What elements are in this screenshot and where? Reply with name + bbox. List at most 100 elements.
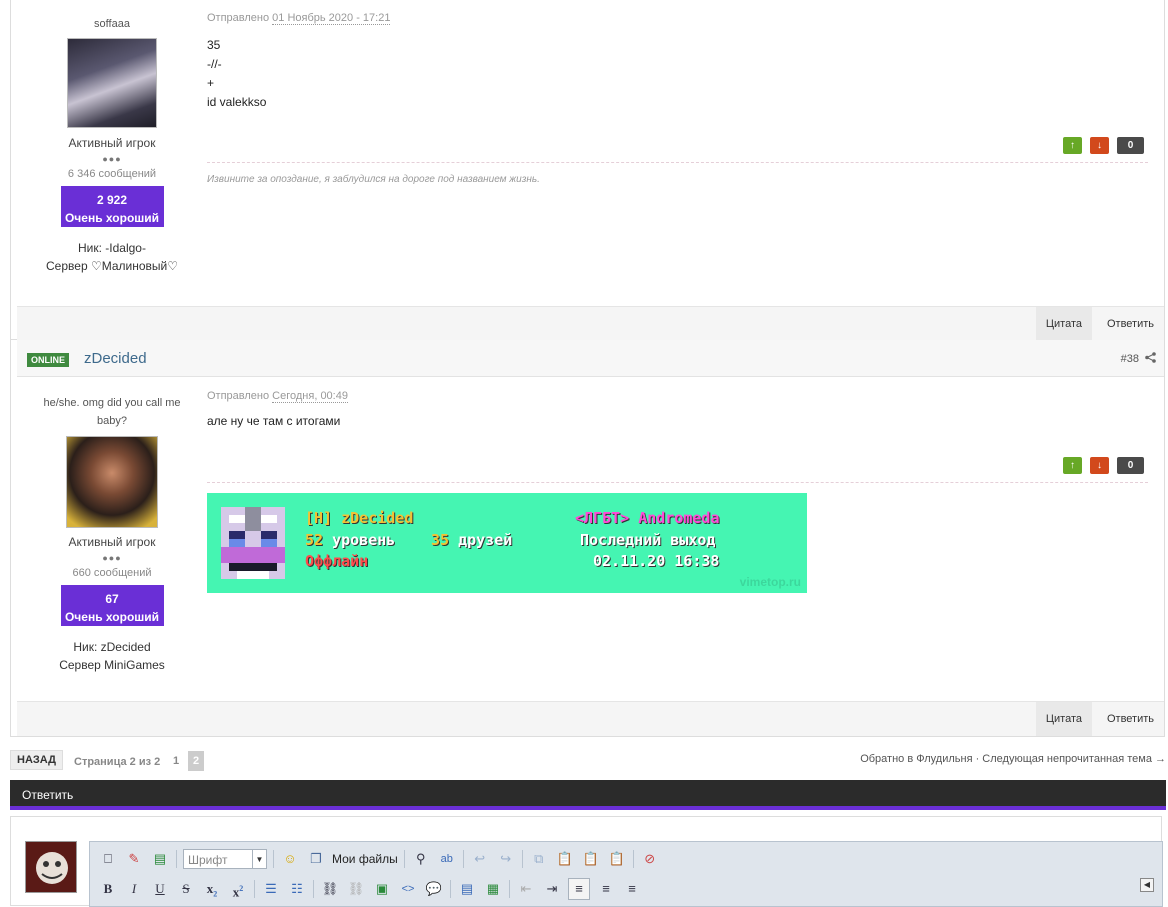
bullet-list-icon[interactable]: ☰ xyxy=(261,879,281,899)
user-nick: Ник: zDecided xyxy=(73,640,151,654)
smiley-icon[interactable]: ☺ xyxy=(280,849,300,869)
source-mode-icon[interactable]: ⎕ xyxy=(98,849,118,869)
link-icon[interactable]: ⛓ xyxy=(320,879,340,899)
banner-level-label: уровень xyxy=(332,531,396,549)
my-files-icon[interactable]: ❐ xyxy=(306,849,326,869)
image-icon[interactable]: ▣ xyxy=(372,879,392,899)
redo-icon[interactable]: ↪ xyxy=(496,849,516,869)
chevron-down-icon: ▼ xyxy=(252,850,266,868)
reputation-label: Очень хороший xyxy=(64,610,160,624)
toolbar-separator xyxy=(313,880,314,898)
indent-icon[interactable]: ⇥ xyxy=(542,879,562,899)
align-left-icon[interactable]: ≡ xyxy=(568,878,590,900)
numbered-list-icon[interactable]: ☷ xyxy=(287,879,307,899)
paste-text-icon[interactable]: 📋 xyxy=(581,849,601,869)
signature-divider xyxy=(207,162,1148,163)
author-username[interactable]: soffaaa xyxy=(17,18,207,30)
vote-score: 0 xyxy=(1117,457,1144,474)
strikethrough-icon[interactable]: S xyxy=(176,879,196,899)
banner-last-seen-label: Последний выход xyxy=(580,531,716,549)
reply-button[interactable]: Ответить xyxy=(1097,702,1164,736)
remove-format-icon[interactable]: ⊘ xyxy=(640,849,660,869)
reputation-badge: 2 922 Очень хороший xyxy=(60,186,164,227)
undo-icon[interactable]: ↩ xyxy=(470,849,490,869)
page-label: Страница 2 из 2 xyxy=(74,756,161,768)
banner-friends-value: 35 xyxy=(431,531,450,549)
align-center-icon[interactable]: ≡ xyxy=(596,879,616,899)
body-line: id valekkso xyxy=(207,95,267,109)
replace-icon[interactable]: ab xyxy=(437,849,457,869)
toolbar-separator xyxy=(632,850,634,868)
message-count[interactable]: 660 сообщений xyxy=(17,567,207,579)
vote-down-button[interactable]: ↓ xyxy=(1090,137,1109,154)
online-badge: ONLINE xyxy=(27,353,70,367)
toolbar-separator xyxy=(509,880,510,898)
quote-icon[interactable]: 💬 xyxy=(424,879,444,899)
insert-template-icon[interactable]: ▦ xyxy=(483,879,503,899)
post-body: але ну че там с итогами xyxy=(207,414,341,428)
post-date[interactable]: 01 Ноябрь 2020 - 17:21 xyxy=(272,12,391,25)
body-line: 35 xyxy=(207,38,221,52)
toolbar-separator xyxy=(521,850,523,868)
banner-guild: <ЛГБТ> Andromeda xyxy=(575,509,720,527)
avatar-face-icon xyxy=(36,852,68,884)
avatar[interactable] xyxy=(66,436,158,528)
toolbar-row-2: B I U S x2 x2 ☰ ☷ ⛓ ⛓ ▣ <> 💬 ▤ ▦ ⇤ ⇥ ≡ ≡… xyxy=(98,876,1154,902)
spoiler-icon[interactable]: ▤ xyxy=(457,879,477,899)
post-date[interactable]: Сегодня, 00:49 xyxy=(272,390,348,403)
find-icon[interactable]: ⚲ xyxy=(411,849,431,869)
reply-editor: ⎕ ✎ ▤ Шрифт ▼ ☺ ❐ Мои файлы ⚲ ab ↩ ↪ ⧉ 📋… xyxy=(10,816,1163,907)
toolbar-separator xyxy=(176,850,177,868)
player-skin-icon xyxy=(221,507,285,579)
unlink-icon[interactable]: ⛓ xyxy=(346,879,366,899)
eraser-icon[interactable]: ✎ xyxy=(124,849,144,869)
banner-friends: 35 друзей xyxy=(431,531,512,549)
banner-watermark: vimetop.ru xyxy=(739,575,801,589)
bold-icon[interactable]: B xyxy=(98,879,118,899)
vote-down-button[interactable]: ↓ xyxy=(1090,457,1109,474)
code-icon[interactable]: <> xyxy=(398,879,418,899)
subscript-icon[interactable]: x2 xyxy=(202,879,222,899)
align-right-icon[interactable]: ≡ xyxy=(622,879,642,899)
quote-button[interactable]: Цитата xyxy=(1035,702,1092,736)
toolbar-separator xyxy=(403,850,405,868)
post-author-name[interactable]: zDecided xyxy=(84,350,147,367)
message-count[interactable]: 6 346 сообщений xyxy=(17,168,207,180)
user-server: Сервер MiniGames xyxy=(59,658,165,672)
post-author-panel: soffaaa Активный игрок ●●● 6 346 сообщен… xyxy=(17,18,207,275)
post-meta: Отправлено 01 Ноябрь 2020 - 17:21 xyxy=(207,12,1148,25)
avatar xyxy=(25,841,77,893)
user-title: he/she. omg did you call me baby? xyxy=(43,397,181,427)
topic-nav-links[interactable]: Обратно в Флудильня · Следующая непрочит… xyxy=(860,753,1166,765)
paste-word-icon[interactable]: 📋 xyxy=(607,849,627,869)
horizontal-rule-icon[interactable]: ▤ xyxy=(150,849,170,869)
collapse-toolbar-icon[interactable]: ◀ xyxy=(1140,878,1154,892)
toolbar-separator xyxy=(450,880,451,898)
my-files-button[interactable]: Мои файлы xyxy=(332,852,398,866)
copy-icon[interactable]: ⧉ xyxy=(529,849,549,869)
superscript-icon[interactable]: x2 xyxy=(228,879,248,899)
font-select-value: Шрифт xyxy=(188,853,228,867)
page-link-1[interactable]: 1 xyxy=(168,751,184,771)
quote-button[interactable]: Цитата xyxy=(1035,307,1092,341)
vote-up-button[interactable]: ↑ xyxy=(1063,457,1082,474)
italic-icon[interactable]: I xyxy=(124,879,144,899)
banner-status: Оффлайн xyxy=(305,552,369,570)
user-nick: Ник: -Idalgo- xyxy=(78,241,146,255)
share-icon[interactable] xyxy=(1145,352,1156,363)
reply-title: Ответить xyxy=(22,788,74,802)
signature-banner[interactable]: [H] zDecided 52 уровень 35 друзей Оффлай… xyxy=(207,493,807,593)
toolbar-separator xyxy=(273,850,274,868)
reputation-value: 67 xyxy=(105,592,119,606)
back-button[interactable]: НАЗАД xyxy=(10,750,63,770)
rank-dots: ●●● xyxy=(102,154,122,164)
post-number[interactable]: #38 xyxy=(1121,352,1156,365)
vote-up-button[interactable]: ↑ xyxy=(1063,137,1082,154)
avatar[interactable] xyxy=(67,38,157,128)
outdent-icon[interactable]: ⇤ xyxy=(516,879,536,899)
reply-button[interactable]: Ответить xyxy=(1097,307,1164,341)
paste-icon[interactable]: 📋 xyxy=(555,849,575,869)
underline-icon[interactable]: U xyxy=(150,879,170,899)
post-body: 35 -//- + id valekkso xyxy=(207,36,1148,112)
font-select[interactable]: Шрифт ▼ xyxy=(183,849,267,869)
